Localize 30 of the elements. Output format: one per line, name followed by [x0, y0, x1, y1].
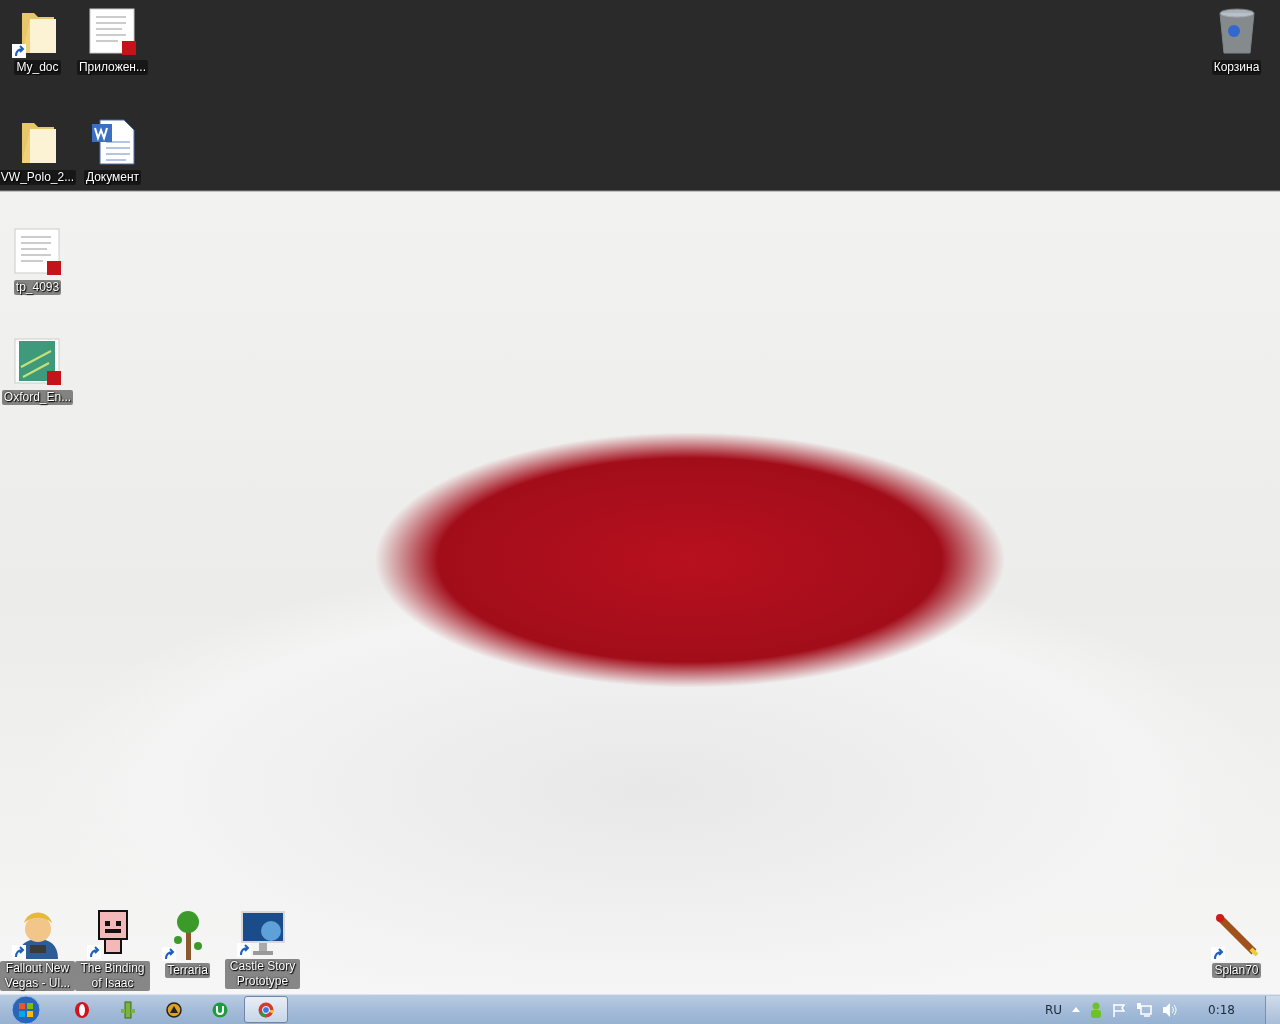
desktop-icon[interactable] [11, 226, 64, 278]
pdf-book-cover-icon [12, 337, 63, 387]
desktop-icon-label: The Binding of Isaac [75, 961, 150, 991]
pencil-icon [1213, 912, 1260, 958]
shortcut-arrow-icon [11, 945, 26, 959]
desktop-icon-label: My_doc [14, 60, 61, 75]
desktop-icon-label: VW_Polo_2... [0, 170, 77, 185]
language-indicator[interactable]: RU [1044, 1002, 1063, 1017]
shortcut-arrow-icon [11, 44, 26, 58]
desktop-icon-label: Приложен... [77, 60, 148, 75]
desktop-icon-label: Terraria [165, 963, 210, 978]
monitor-icon [238, 909, 287, 957]
desktop-icon-label: Корзина [1211, 60, 1262, 75]
desktop-icon-label: Fallout New Vegas - Ul... [0, 961, 75, 991]
desktop-icon-label: Splan70 [1212, 963, 1261, 978]
shortcut-arrow-icon [236, 943, 251, 957]
shortcut-arrow-icon [161, 947, 176, 961]
pdf-document-icon [12, 227, 63, 277]
shortcut-arrow-icon [1210, 947, 1225, 961]
recycle-bin-icon [1216, 7, 1257, 57]
desktop-icon-label: tp_4093 [13, 280, 62, 295]
desktop-icon-label: Oxford_En... [1, 390, 74, 405]
word-document-icon [89, 118, 136, 166]
desktop-icon[interactable] [86, 6, 139, 58]
desktop-icon-label: Castle Story Prototype [225, 959, 300, 989]
clock[interactable]: 0:18 [1208, 1002, 1235, 1017]
desktop-icon[interactable] [11, 336, 64, 388]
shortcut-arrow-icon [86, 945, 101, 959]
pdf-document-icon [87, 7, 138, 57]
desktop-icon-label: Документ [83, 170, 142, 185]
